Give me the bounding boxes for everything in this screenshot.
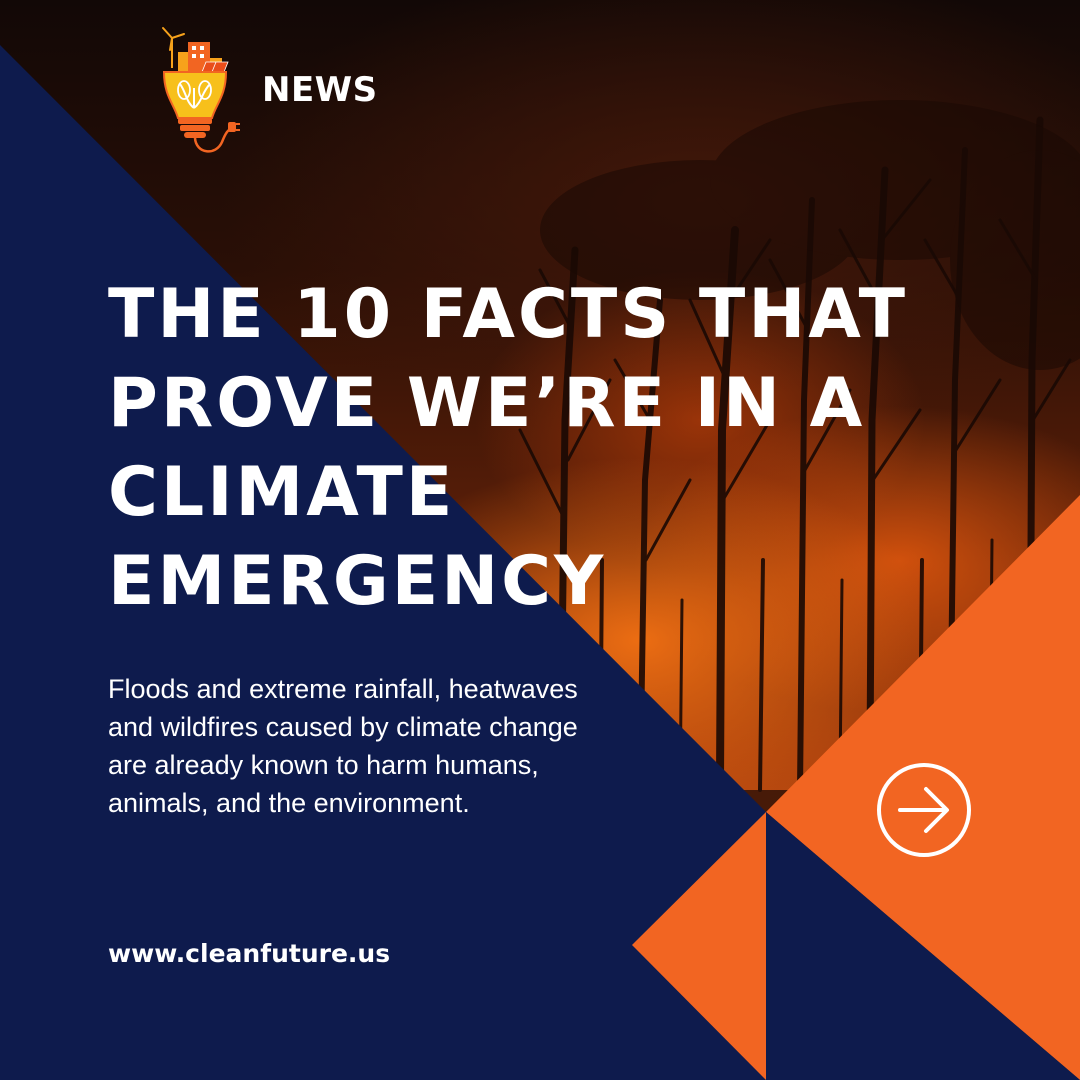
poster: NEWS THE 10 FACTS THAT PROVE WE’RE IN A … [0, 0, 1080, 1080]
news-label: NEWS [262, 70, 378, 110]
website-link[interactable]: www.cleanfuture.us [108, 936, 390, 972]
headline-line: PROVE WE’RE IN A [108, 364, 866, 443]
arrow-right-circle-icon[interactable] [876, 762, 972, 858]
headline-line: CLIMATE [108, 453, 456, 532]
headline: THE 10 FACTS THAT PROVE WE’RE IN A CLIMA… [108, 270, 908, 626]
headline-line: EMERGENCY [108, 542, 607, 621]
headline-line: THE 10 FACTS THAT [108, 275, 908, 354]
lightbulb-city-plug-logo [162, 27, 240, 153]
orange-triangle-left [632, 812, 766, 1080]
body-text: Floods and extreme rainfall, heatwaves a… [108, 674, 578, 818]
